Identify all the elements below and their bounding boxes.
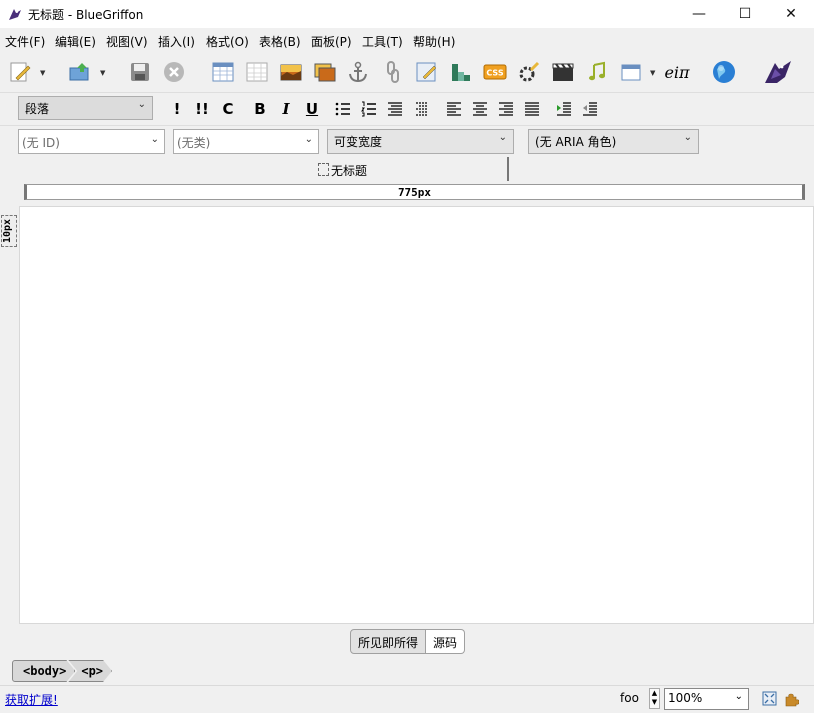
menu-format[interactable]: 格式(O) [206,33,249,50]
document-icon [318,163,329,176]
menu-tools[interactable]: 工具(T) [362,33,403,50]
close-button[interactable]: ✕ [768,0,814,28]
chevron-down-icon: ⌄ [734,691,743,702]
width-select-value: 可变宽度 [334,135,383,149]
audio-icon[interactable] [584,59,610,85]
paragraph-select[interactable]: 段落 ⌄ [18,96,153,120]
aria-role-select-value: (无 ARIA 角色) [535,135,617,149]
numbered-list-icon[interactable] [361,101,377,117]
zoom-spinner[interactable]: ▲ ▼ [649,688,660,709]
strong-emphasis-button[interactable]: !! [193,99,211,119]
gear-icon[interactable] [516,59,542,85]
chevron-down-icon: ⌄ [683,132,692,143]
globe-icon[interactable] [711,59,737,85]
photo-gallery-icon[interactable] [312,59,338,85]
window-title: 无标题 - BlueGriffon [28,8,144,22]
bold-button[interactable]: B [251,99,269,119]
menu-help[interactable]: 帮助(H) [413,33,455,50]
horizontal-ruler[interactable]: 775px [24,184,805,200]
bluegriffon-logo-icon [9,9,21,20]
tab-wysiwyg[interactable]: 所见即所得 [350,629,427,654]
window-dropdown-arrow[interactable]: ▼ [650,69,655,77]
link-icon[interactable] [380,59,406,85]
emphasis-button[interactable]: ! [168,99,186,119]
math-icon[interactable]: eiπ [660,59,694,85]
foo-label: foo [620,691,639,705]
table-icon[interactable] [210,59,236,85]
paragraph-select-value: 段落 [25,102,50,116]
width-select[interactable]: 可变宽度 ⌄ [327,129,514,154]
menu-insert[interactable]: 插入(I) [158,33,195,50]
id-select-value: (无 ID) [22,136,60,150]
css-icon-label: CSS [486,69,503,78]
menu-edit[interactable]: 编辑(E) [55,33,96,50]
publish-icon[interactable] [67,59,93,85]
main-toolbar: ▼ ▼ CSS ▼ eiπ [0,52,814,93]
publish-dropdown-arrow[interactable]: ▼ [100,69,105,77]
breadcrumb: <body> <p> [12,660,105,682]
fullscreen-icon[interactable] [762,691,777,706]
anchor-icon[interactable] [345,59,371,85]
menu-view[interactable]: 视图(V) [106,33,148,50]
get-extensions-link[interactable]: 获取扩展! [5,691,58,708]
definition-list-icon[interactable] [387,101,403,117]
italic-button[interactable]: I [277,99,295,119]
menu-bar: 文件(F) 编辑(E) 视图(V) 插入(I) 格式(O) 表格(B) 面板(P… [0,28,814,52]
grid-icon[interactable] [244,59,270,85]
term-list-icon[interactable] [413,101,429,117]
align-center-icon[interactable] [472,101,488,117]
mode-tabs: 所见即所得 源码 [350,629,466,654]
chevron-down-icon: ⌄ [137,99,146,110]
chevron-down-icon: ⌄ [150,134,159,145]
menu-file[interactable]: 文件(F) [5,33,45,50]
chevron-down-icon: ⌄ [498,132,507,143]
maximize-button[interactable]: ☐ [722,0,768,28]
menu-table[interactable]: 表格(B) [259,33,301,50]
chevron-down-icon: ⌄ [304,134,313,145]
bullet-list-icon[interactable] [335,101,351,117]
align-right-icon[interactable] [498,101,514,117]
horizontal-ruler-label: 775px [397,186,432,199]
css-icon[interactable]: CSS [482,59,508,85]
save-icon[interactable] [127,59,153,85]
id-select[interactable]: (无 ID) ⌄ [18,129,165,154]
aria-role-select[interactable]: (无 ARIA 角色) ⌄ [528,129,699,154]
new-dropdown-arrow[interactable]: ▼ [40,69,45,77]
zoom-select-value: 100% [668,691,703,705]
image-icon[interactable] [278,59,304,85]
editor-canvas[interactable] [19,206,814,624]
class-select-value: (无类) [177,136,211,150]
minimize-button[interactable]: — [676,0,722,28]
breadcrumb-body[interactable]: <body> [12,660,75,682]
justify-icon[interactable] [524,101,540,117]
outdent-icon[interactable] [582,101,598,117]
stop-icon[interactable] [161,59,187,85]
zoom-select[interactable]: 100% ⌄ [664,688,749,710]
video-icon[interactable] [550,59,576,85]
indent-icon[interactable] [556,101,572,117]
math-icon-label: eiπ [664,62,690,82]
addon-puzzle-icon[interactable] [783,691,799,707]
bluegriffon-icon[interactable] [761,59,795,85]
menu-panels[interactable]: 面板(P) [311,33,352,50]
window-icon[interactable] [618,59,644,85]
form-icon[interactable] [414,59,440,85]
underline-button[interactable]: U [303,99,321,119]
chart-icon[interactable] [448,59,474,85]
tab-source[interactable]: 源码 [426,629,466,654]
new-document-icon[interactable] [7,59,33,85]
vertical-ruler-label: 10px [2,218,13,244]
tab-document-label: 无标题 [331,164,368,178]
code-button[interactable]: C [219,99,237,119]
align-left-icon[interactable] [446,101,462,117]
class-select[interactable]: (无类) ⌄ [173,129,319,154]
